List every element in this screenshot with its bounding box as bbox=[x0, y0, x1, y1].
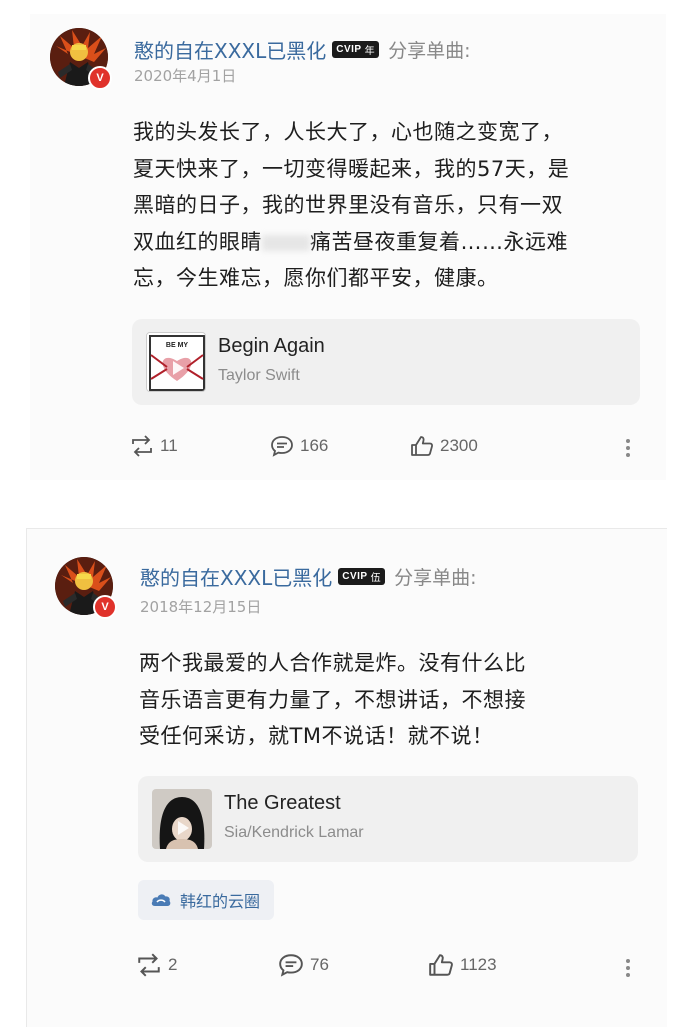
content-line: 黑暗的日子，我的世界里没有音乐，只有一双 bbox=[133, 193, 563, 217]
comment-button[interactable]: 166 bbox=[270, 435, 328, 457]
share-label: 分享单曲: bbox=[388, 40, 471, 62]
thumbs-up-icon bbox=[429, 954, 453, 976]
avatar[interactable]: V bbox=[50, 28, 112, 90]
verified-v-icon: V bbox=[88, 66, 112, 90]
circle-tag[interactable]: 韩红的云圈 bbox=[138, 880, 275, 920]
vip-badge: CVIP 年 bbox=[332, 41, 380, 58]
repost-icon bbox=[138, 953, 160, 977]
content-line: 受任何采访，就TM不说话！就不说！ bbox=[139, 724, 494, 748]
post-content: 两个我最爱的人合作就是炸。没有什么比 音乐语言更有力量了，不想讲话，不想接 受任… bbox=[139, 645, 526, 755]
post-content: 我的头发长了，人长大了，心也随之变宽了， 夏天快来了，一切变得暖起来，我的57天… bbox=[133, 114, 569, 297]
like-button[interactable]: 1123 bbox=[428, 953, 497, 977]
content-line: 双血红的眼睛 痛苦昼夜重复着……永远难 bbox=[133, 229, 568, 254]
more-vertical-icon[interactable] bbox=[625, 956, 631, 980]
thumbs-up-icon bbox=[411, 436, 433, 456]
comment-button[interactable]: 76 bbox=[278, 953, 329, 977]
comment-icon bbox=[271, 436, 293, 457]
post-card-2: V 憨的自在XXXL已黑化 CVIP 伍 分享单曲: 2018年12月15日 两个… bbox=[26, 528, 667, 1027]
content-line: 我的头发长了，人长大了，心也随之变宽了， bbox=[133, 120, 563, 144]
song-artist: Taylor Swift bbox=[218, 367, 300, 384]
cloud-circle-icon bbox=[151, 894, 171, 906]
share-label: 分享单曲: bbox=[394, 567, 477, 589]
post-date: 2020年4月1日 bbox=[134, 67, 237, 85]
repost-icon bbox=[132, 435, 152, 457]
song-title: Begin Again bbox=[218, 335, 325, 357]
album-cover bbox=[152, 789, 212, 849]
album-cover: BE MY bbox=[146, 332, 206, 392]
comment-count: 166 bbox=[300, 436, 329, 455]
song-artist: Sia/Kendrick Lamar bbox=[224, 824, 364, 841]
content-line: 音乐语言更有力量了，不想讲话，不想接 bbox=[139, 687, 526, 712]
comment-icon bbox=[279, 954, 303, 977]
content-line: 两个我最爱的人合作就是炸。没有什么比 bbox=[139, 651, 526, 675]
vip-badge: CVIP 伍 bbox=[338, 568, 386, 585]
username[interactable]: 憨的自在XXXL已黑化 bbox=[140, 562, 332, 591]
repost-button[interactable]: 2 bbox=[136, 953, 177, 977]
comment-count: 76 bbox=[310, 955, 329, 974]
content-line: 忘，今生难忘，愿你们都平安，健康。 bbox=[133, 266, 499, 290]
like-count: 2300 bbox=[440, 436, 478, 455]
content-line: 夏天快来了，一切变得暖起来，我的57天，是 bbox=[133, 156, 570, 181]
repost-button[interactable]: 11 bbox=[130, 435, 178, 457]
song-title: The Greatest bbox=[224, 792, 341, 814]
username[interactable]: 憨的自在XXXL已黑化 bbox=[134, 35, 326, 64]
post-card-1: V 憨的自在XXXL已黑化 CVIP 年 分享单曲: 2020年4月1日 我的头发… bbox=[30, 14, 666, 480]
repost-count: 11 bbox=[160, 436, 178, 455]
cover-text: BE MY bbox=[166, 342, 189, 349]
music-card[interactable]: The Greatest Sia/Kendrick Lamar bbox=[138, 776, 638, 862]
repost-count: 2 bbox=[168, 955, 178, 974]
post-date: 2018年12月15日 bbox=[140, 598, 262, 616]
music-card[interactable]: BE MY Begin Again Taylor Swift bbox=[132, 319, 640, 405]
avatar[interactable]: V bbox=[55, 557, 117, 619]
verified-v-icon: V bbox=[93, 595, 117, 619]
more-vertical-icon[interactable] bbox=[625, 436, 631, 460]
blurred-text bbox=[262, 234, 310, 251]
like-count: 1123 bbox=[460, 955, 497, 974]
circle-tag-label: 韩红的云圈 bbox=[180, 892, 261, 911]
like-button[interactable]: 2300 bbox=[410, 435, 478, 457]
